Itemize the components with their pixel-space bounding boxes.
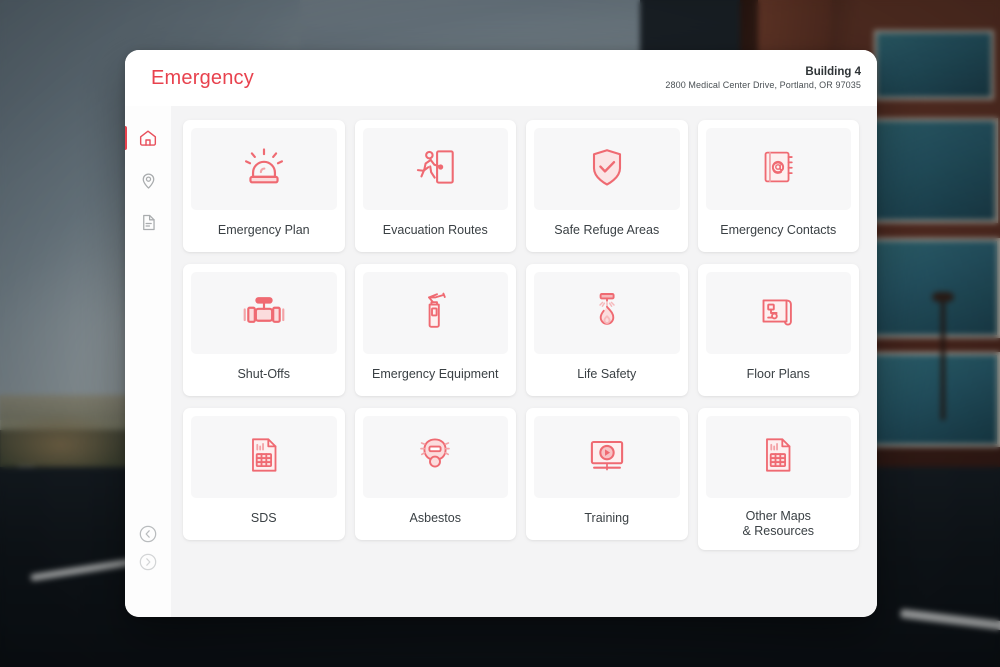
- tile-icon-well: [191, 272, 337, 354]
- siren-icon: [239, 142, 289, 197]
- tile-evacuation-routes[interactable]: Evacuation Routes: [354, 120, 516, 252]
- tile-label: Shut-Offs: [237, 367, 291, 382]
- tile-grid-area: Emergency Plan Evacuation Routes Safe Re…: [171, 106, 877, 617]
- tile-sds[interactable]: SDS: [183, 408, 345, 540]
- tile-label: Evacuation Routes: [382, 223, 488, 238]
- blueprint-icon: [754, 287, 802, 340]
- tile-label: Emergency Contacts: [720, 223, 837, 238]
- tile-other-maps-resources[interactable]: Other Maps & Resources: [697, 408, 859, 550]
- app-header: Emergency Building 4 2800 Medical Center…: [125, 50, 877, 106]
- tile-asbestos[interactable]: Asbestos: [354, 408, 516, 540]
- tile-label: SDS: [250, 511, 277, 526]
- tile-icon-well: [362, 272, 508, 354]
- tile-icon-well: [705, 416, 851, 498]
- document-table-icon: [755, 432, 801, 483]
- document-table-icon: [241, 432, 287, 483]
- sidebar-item-documents[interactable]: [125, 204, 171, 240]
- tile-label: Floor Plans: [746, 367, 810, 382]
- building-name: Building 4: [805, 66, 861, 79]
- tile-training[interactable]: Training: [526, 408, 688, 540]
- running-exit-icon: [410, 142, 460, 197]
- tile-life-safety[interactable]: Life Safety: [526, 264, 688, 396]
- sidebar-bottom-controls: [137, 523, 159, 617]
- valve-icon: [238, 285, 290, 342]
- sidebar-item-location[interactable]: [125, 162, 171, 198]
- tile-label: Training: [584, 511, 630, 526]
- tile-shut-offs[interactable]: Shut-Offs: [183, 264, 345, 396]
- home-icon: [138, 128, 158, 148]
- tile-icon-well: [705, 272, 851, 354]
- tile-label: Safe Refuge Areas: [554, 223, 660, 238]
- tile-icon-well: [534, 128, 680, 210]
- app-body: Emergency Plan Evacuation Routes Safe Re…: [125, 106, 877, 617]
- tile-emergency-contacts[interactable]: Emergency Contacts: [697, 120, 859, 252]
- tile-emergency-equipment[interactable]: Emergency Equipment: [354, 264, 516, 396]
- tile-label: Emergency Plan: [217, 223, 310, 238]
- tile-grid: Emergency Plan Evacuation Routes Safe Re…: [183, 120, 859, 550]
- tile-safe-refuge-areas[interactable]: Safe Refuge Areas: [526, 120, 688, 252]
- tile-floor-plans[interactable]: Floor Plans: [697, 264, 859, 396]
- building-address: 2800 Medical Center Drive, Portland, OR …: [665, 79, 861, 90]
- tile-icon-well: [362, 128, 508, 210]
- chevron-left-circle-icon[interactable]: [137, 523, 159, 545]
- address-book-icon: [755, 144, 801, 195]
- fire-extinguisher-icon: [411, 287, 459, 340]
- tile-emergency-plan[interactable]: Emergency Plan: [183, 120, 345, 252]
- app-panel: Emergency Building 4 2800 Medical Center…: [125, 50, 877, 617]
- tile-label: Asbestos: [409, 511, 461, 526]
- location-pin-icon: [139, 171, 158, 190]
- tile-icon-well: [705, 128, 851, 210]
- page-title: Emergency: [151, 66, 254, 89]
- document-icon: [139, 213, 158, 232]
- video-play-icon: [582, 430, 632, 485]
- tile-label: Life Safety: [577, 367, 637, 382]
- respirator-mask-icon: [411, 431, 459, 484]
- tile-label: Emergency Equipment: [372, 367, 499, 382]
- sprinkler-flame-icon: [583, 287, 631, 340]
- chevron-right-circle-icon[interactable]: [137, 551, 159, 573]
- building-info: Building 4 2800 Medical Center Drive, Po…: [665, 65, 861, 91]
- tile-icon-well: [534, 416, 680, 498]
- sidebar: [125, 106, 171, 617]
- tile-icon-well: [362, 416, 508, 498]
- shield-check-icon: [583, 143, 631, 196]
- screen: Emergency Building 4 2800 Medical Center…: [0, 0, 1000, 667]
- tile-label: Other Maps & Resources: [742, 508, 815, 538]
- tile-icon-well: [534, 272, 680, 354]
- sidebar-item-home[interactable]: [125, 120, 171, 156]
- tile-icon-well: [191, 128, 337, 210]
- tile-icon-well: [191, 416, 337, 498]
